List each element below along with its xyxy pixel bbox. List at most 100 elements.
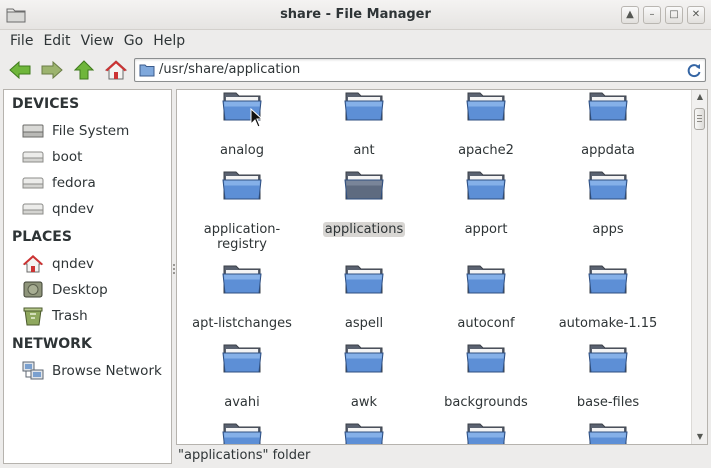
home-folder-icon [22, 254, 46, 274]
file-item[interactable]: apache2 [426, 90, 546, 158]
file-item[interactable]: apt-listchanges [182, 257, 302, 331]
location-bar[interactable]: /usr/share/application [134, 58, 706, 82]
status-bar: "applications" folder [176, 446, 708, 466]
file-item[interactable]: apps [548, 163, 668, 237]
drive-icon [22, 173, 46, 193]
file-item[interactable]: applications [304, 163, 424, 237]
folder-icon [344, 423, 384, 444]
file-name: appdata [581, 143, 635, 158]
file-item[interactable]: awk [304, 336, 424, 410]
menu-bar: File Edit View Go Help [0, 30, 711, 52]
file-item[interactable] [548, 415, 668, 444]
window-title: share - File Manager [280, 7, 431, 22]
file-name: ant [353, 143, 375, 158]
file-name: base-files [576, 395, 640, 410]
close-icon: ✕ [691, 9, 701, 20]
file-item[interactable]: base-files [548, 336, 668, 410]
sidebar-item-trash[interactable]: Trash [22, 305, 170, 327]
folder-icon [588, 171, 628, 200]
folder-icon [588, 423, 628, 444]
folder-icon [222, 171, 262, 200]
forward-button[interactable] [40, 58, 64, 82]
vertical-scrollbar[interactable]: ▲ ▼ [691, 90, 707, 444]
folder-icon [466, 92, 506, 121]
file-item[interactable]: autoconf [426, 257, 546, 331]
file-name: awk [350, 395, 378, 410]
sidebar-item-desktop[interactable]: Desktop [22, 279, 170, 301]
sidebar-item-label: Desktop [52, 282, 108, 298]
folder-icon [466, 171, 506, 200]
sidebar-item-fedora[interactable]: fedora [22, 172, 170, 194]
file-name: application- registry [203, 222, 281, 252]
menu-go[interactable]: Go [119, 33, 148, 49]
sidebar-item-qndev-drive[interactable]: qndev [22, 198, 170, 220]
file-name: aspell [344, 316, 384, 331]
reload-icon[interactable] [686, 62, 702, 78]
file-name: apache2 [458, 143, 514, 158]
sidebar-item-file-system[interactable]: File System [22, 120, 170, 142]
desktop-icon [22, 280, 46, 300]
menu-help[interactable]: Help [148, 33, 190, 49]
trash-icon [22, 306, 46, 326]
back-button[interactable] [8, 58, 32, 82]
scroll-down-arrow-icon[interactable]: ▼ [695, 432, 705, 442]
sidebar-item-label: qndev [52, 201, 94, 217]
toolbar: /usr/share/application [0, 54, 711, 86]
sidebar-item-label: boot [52, 149, 83, 165]
menu-file[interactable]: File [5, 33, 38, 49]
home-button[interactable] [104, 58, 128, 82]
folder-icon [222, 265, 262, 294]
file-item[interactable]: ant [304, 90, 424, 158]
file-item[interactable]: appdata [548, 90, 668, 158]
up-button[interactable] [72, 58, 96, 82]
close-button[interactable]: ✕ [687, 6, 705, 24]
sidebar-heading-devices: DEVICES [12, 96, 80, 112]
shade-button[interactable]: ▲ [621, 6, 639, 24]
up-arrow-icon: ▲ [626, 9, 634, 20]
folder-icon [222, 423, 262, 444]
file-item[interactable]: application- registry [182, 163, 302, 252]
sidebar-heading-network: NETWORK [12, 336, 92, 352]
maximize-icon: □ [669, 9, 679, 20]
window-controls: ▲ – □ ✕ [621, 6, 705, 24]
title-bar: share - File Manager ▲ – □ ✕ [0, 0, 711, 30]
scroll-up-arrow-icon[interactable]: ▲ [695, 92, 705, 102]
icon-grid: analog ant apache2 appdata application- regi… [177, 90, 692, 444]
folder-icon [588, 92, 628, 121]
file-item[interactable] [426, 415, 546, 444]
sidebar: DEVICES File System boot fedora qndev PL… [3, 89, 172, 464]
file-item[interactable]: avahi [182, 336, 302, 410]
sidebar-heading-places: PLACES [12, 229, 72, 245]
sidebar-item-boot[interactable]: boot [22, 146, 170, 168]
forward-arrow-icon [41, 61, 63, 79]
location-path[interactable]: /usr/share/application [159, 62, 300, 77]
scrollbar-thumb[interactable] [694, 108, 705, 130]
folder-icon [588, 265, 628, 294]
folder-icon [344, 344, 384, 373]
menu-view[interactable]: View [76, 33, 119, 49]
file-item[interactable] [304, 415, 424, 444]
sidebar-item-browse-network[interactable]: Browse Network [22, 360, 170, 382]
drive-icon [22, 147, 46, 167]
folder-icon [466, 265, 506, 294]
file-item[interactable]: analog [182, 90, 302, 158]
folder-icon [222, 344, 262, 373]
file-name: analog [220, 143, 264, 158]
menu-edit[interactable]: Edit [38, 33, 75, 49]
file-item[interactable]: apport [426, 163, 546, 237]
file-name: automake-1.15 [558, 316, 658, 331]
file-item[interactable]: automake-1.15 [548, 257, 668, 331]
file-item[interactable]: backgrounds [426, 336, 546, 410]
maximize-button[interactable]: □ [665, 6, 683, 24]
network-icon [22, 361, 46, 381]
file-item[interactable] [182, 415, 302, 444]
folder-icon [466, 423, 506, 444]
file-name: avahi [224, 395, 260, 410]
folder-icon [344, 265, 384, 294]
minimize-icon: – [649, 9, 655, 20]
minimize-button[interactable]: – [643, 6, 661, 24]
sidebar-item-label: fedora [52, 175, 96, 191]
file-name: backgrounds [444, 395, 528, 410]
sidebar-item-qndev-home[interactable]: qndev [22, 253, 170, 275]
file-item[interactable]: aspell [304, 257, 424, 331]
